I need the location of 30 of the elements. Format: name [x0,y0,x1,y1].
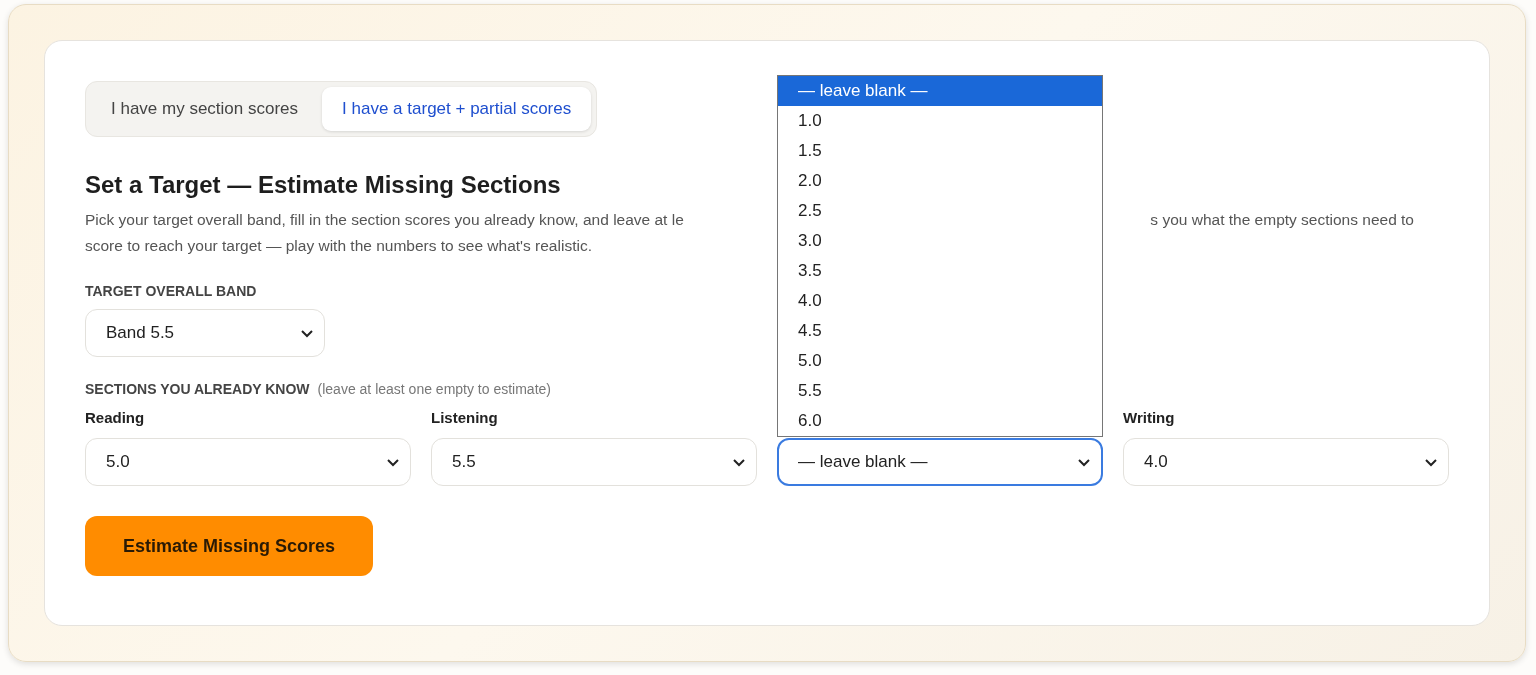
field-label: SECTIONS YOU ALREADY KNOW [85,381,310,397]
score-select[interactable]: 5.0 [85,438,411,486]
field-label: Writing [1123,409,1176,428]
dropdown-option[interactable]: 3.5 [778,256,1102,286]
field-label: Reading [85,409,146,428]
dropdown-option[interactable]: 2.5 [778,196,1102,226]
dropdown-option[interactable]: 2.0 [778,166,1102,196]
dropdown-option[interactable]: 1.0 [778,106,1102,136]
dropdown-option[interactable]: — leave blank — [778,76,1102,106]
dropdown-option[interactable]: 5.0 [778,346,1102,376]
score-select[interactable]: 4.0 [1123,438,1449,486]
description-text: score to reach your target — play with the numbers to see what's realistic. [85,237,592,254]
field-label: Listening [431,409,499,428]
estimate-button[interactable]: Estimate Missing Scores [85,516,374,576]
dropdown-option[interactable]: 5.5 [778,376,1102,406]
band-select[interactable]: Band 5.5 [85,309,325,357]
dropdown-option[interactable]: 3.0 [778,226,1102,256]
description-text: s you what the empty sections need to [1150,210,1414,230]
score-select[interactable]: — leave blank — [777,438,1103,486]
score-select[interactable]: 5.5 [431,438,757,486]
mode-tab[interactable]: I have a target + partial scores [322,87,592,131]
description-text: Pick your target overall band, fill in the section scores you already know, and leave at le [85,210,684,230]
dropdown-option[interactable]: 4.0 [778,286,1102,316]
dropdown-option[interactable]: 6.0 [778,406,1102,436]
dropdown-option[interactable]: 1.5 [778,136,1102,166]
hint-text: (leave at least one empty to estimate) [317,381,551,397]
dropdown-option[interactable]: 4.5 [778,316,1102,346]
mode-tab[interactable]: I have my section scores [91,87,319,131]
field-label: TARGET OVERALL BAND [85,283,258,299]
section-heading: Set a Target — Estimate Missing Sections [85,171,561,199]
